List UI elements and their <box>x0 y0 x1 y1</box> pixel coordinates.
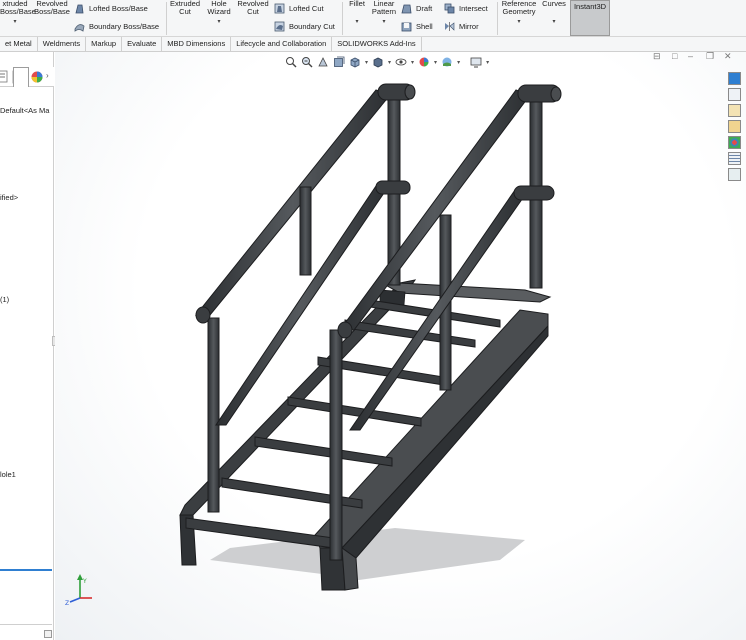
top-landing <box>379 281 552 303</box>
staircase-model[interactable] <box>0 0 746 640</box>
svg-text:Z: Z <box>65 600 69 607</box>
graphics-area[interactable]: ▾ ▾ ▾ ▾ ▾ ▾ ⊟ □ – ❐ ✕ Y Z <box>55 51 746 640</box>
svg-text:Y: Y <box>82 578 87 585</box>
reference-triad: Y Z <box>65 574 92 607</box>
